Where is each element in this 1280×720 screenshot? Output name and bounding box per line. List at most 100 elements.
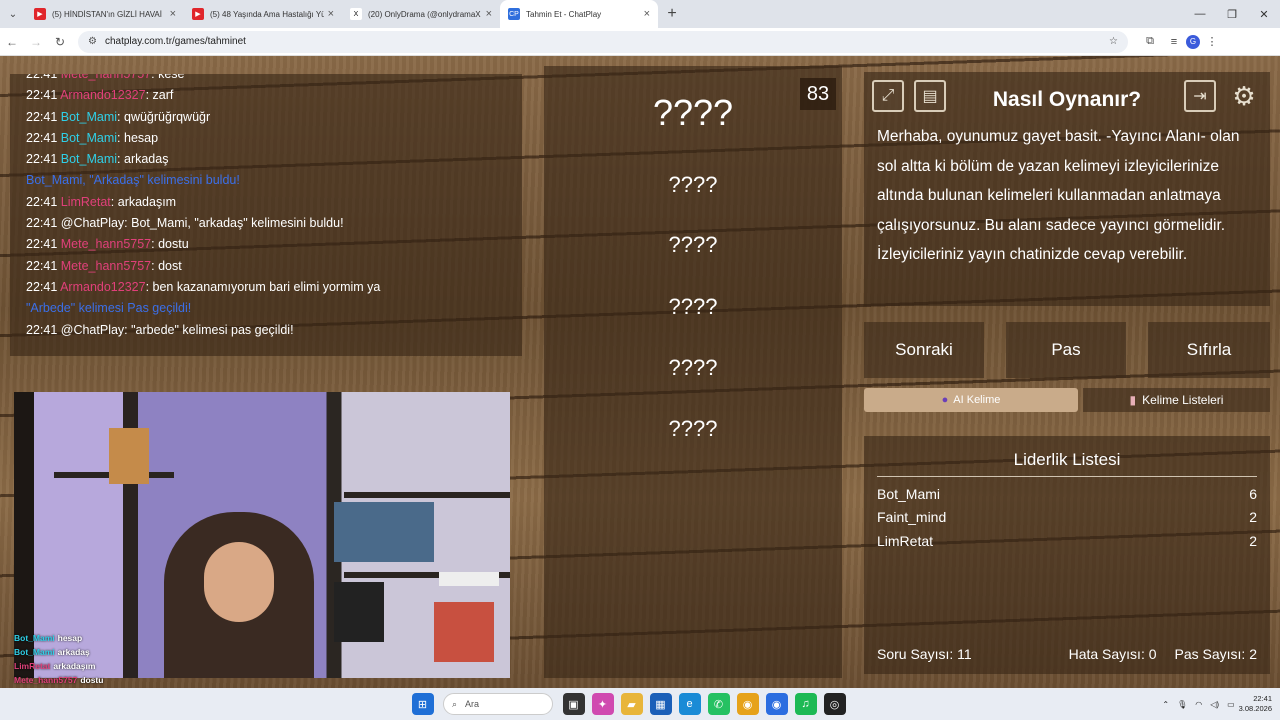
windows-start-icon[interactable]: ⊞ (411, 693, 434, 715)
forward-icon[interactable]: → (24, 35, 48, 49)
word-lists-button[interactable]: ▮ Kelime Listeleri (1083, 388, 1270, 412)
browser-tab-4-active[interactable]: CP Tahmin Et - ChatPlay × (500, 0, 658, 28)
task-view-icon[interactable]: ▣ (562, 693, 585, 715)
extensions-icon[interactable]: ⧉ (1138, 35, 1162, 48)
leaderboard-row: LimRetat 2 (877, 533, 1257, 549)
rules-panel: ⤢ ▤ Nasıl Oynanır? ⇥ ⚙ Merhaba, oyunumuz… (864, 72, 1270, 306)
reset-button[interactable]: Sıfırla (1148, 322, 1270, 378)
back-icon[interactable]: ← (0, 35, 24, 49)
list-icon: ▮ (1129, 393, 1137, 407)
tray-chevron-icon[interactable]: ⌃ (1162, 700, 1169, 709)
chrome-icon[interactable]: ◉ (736, 693, 759, 715)
browser-tab-2[interactable]: ▶ (5) 48 Yaşında Ama Hastalığı Yü × (184, 0, 342, 28)
chat-text: : dost (151, 258, 182, 273)
player-score: 2 (1249, 509, 1257, 525)
chat-time: 22:41 (26, 322, 58, 337)
chat-text: : zarf (145, 88, 174, 103)
chat-message: 22:41 Mete_hann5757: kese (26, 74, 522, 85)
close-icon[interactable]: × (170, 8, 176, 20)
chat-message: 22:41 Bot_Mami: arkadaş (26, 149, 522, 170)
reload-icon[interactable]: ↻ (48, 35, 72, 49)
chat-time: 22:41 (26, 88, 58, 103)
webcam-video (14, 392, 510, 678)
ai-word-button[interactable]: ● AI Kelime (864, 388, 1078, 412)
chat-text: : dostu (151, 237, 189, 252)
close-window-icon[interactable]: ✕ (1248, 0, 1280, 28)
pass-count: Pas Sayısı: 2 (1174, 646, 1257, 662)
chat-message: 22:41 @ChatPlay: Bot_Mami, "arkadaş" kel… (26, 213, 522, 234)
tab-search-icon[interactable]: ⌄ (0, 0, 26, 28)
chat-text: : hesap (117, 130, 159, 145)
pass-button[interactable]: Pas (1006, 322, 1126, 378)
restore-icon[interactable]: ❐ (1216, 0, 1248, 28)
chat-text: : arkadaşım (110, 194, 177, 209)
edge-icon[interactable]: e (678, 693, 701, 715)
chat-username: "Arbede" kelimesi Pas geçildi! (26, 301, 192, 316)
chat-message: 22:41 @ChatPlay: "arbede" kelimesi pas g… (26, 320, 522, 341)
url-text: chatplay.com.tr/games/tahminet (104, 36, 246, 47)
chat-time: 22:41 (26, 152, 58, 167)
chat-text: : arkadaş (117, 152, 169, 167)
profile-avatar[interactable]: G (1186, 34, 1200, 49)
ai-word-label: AI Kelime (953, 394, 1001, 406)
chat-text: : kese (151, 74, 185, 81)
overlay-username: Bot_Mami (14, 647, 55, 657)
leaderboard-title: Liderlik Listesi (877, 450, 1257, 477)
search-placeholder: Ara (465, 699, 480, 709)
obs-icon[interactable]: ◎ (823, 693, 846, 715)
wifi-icon[interactable]: ◠ (1195, 700, 1202, 709)
overlay-username: LimRetat (14, 661, 51, 671)
microphone-icon[interactable]: 🎙 (1177, 700, 1187, 709)
word-lists-label: Kelime Listeleri (1142, 393, 1224, 407)
site-info-icon[interactable]: ⚙ (88, 36, 97, 47)
next-button[interactable]: Sonraki (864, 322, 984, 378)
url-field[interactable]: ⚙ chatplay.com.tr/games/tahminet ☆ (78, 30, 1128, 53)
forbidden-word: ???? (668, 294, 718, 319)
browser-tab-3[interactable]: X (20) OnlyDrama (@onlydramaX × (342, 0, 500, 28)
chat-username: Armando12327 (60, 88, 146, 103)
youtube-icon: ▶ (192, 8, 204, 20)
reading-list-icon[interactable]: ≡ (1162, 36, 1186, 48)
chat-message: 22:41 Mete_hann5757: dost (26, 256, 522, 277)
settings-gear-icon[interactable]: ⚙ (1228, 80, 1260, 112)
browser-tab-bar: ⌄ ▶ (5) HİNDİSTAN'ın GİZLİ HAVAİ × ▶ (5)… (0, 0, 1280, 28)
chrome-active-icon[interactable]: ◉ (765, 693, 788, 715)
close-icon[interactable]: × (328, 8, 334, 20)
clock[interactable]: 22:41 3.08.2026 (1239, 694, 1272, 714)
file-explorer-icon[interactable]: ▰ (620, 693, 643, 715)
leaderboard-panel: Liderlik Listesi Bot_Mami 6 Faint_mind 2… (864, 436, 1270, 674)
game-stats: Soru Sayısı: 11 Hata Sayısı: 0 Pas Sayıs… (877, 646, 1257, 662)
chat-text: : ben kazanamıyorum bari elimi yormim ya (145, 279, 381, 294)
forbidden-word: ???? (668, 416, 718, 441)
chat-panel: 22:41 Mete_hann5757: kese 22:41 Armando12… (10, 74, 522, 356)
taskbar-search[interactable]: ⌕ Ara (443, 693, 553, 715)
chat-message: 22:41 LimRetat: arkadaşım (26, 192, 522, 213)
battery-icon[interactable]: ▭ (1227, 700, 1235, 709)
system-tray: ⌃ 🎙 ◠ ◁) ▭ 22:41 3.08.2026 (1158, 688, 1272, 720)
spotify-icon[interactable]: ♫ (794, 693, 817, 715)
rules-text: Merhaba, oyunumuz gayet basit. -Yayıncı … (877, 128, 1240, 264)
copilot-icon[interactable]: ✦ (591, 693, 614, 715)
overlay-username: Mete_hann5757 (14, 675, 78, 685)
close-icon[interactable]: × (644, 8, 650, 20)
search-icon: ⌕ (452, 698, 458, 709)
chat-time: 22:41 (26, 194, 58, 209)
store-icon[interactable]: ▦ (649, 693, 672, 715)
bookmark-star-icon[interactable]: ☆ (1109, 36, 1118, 47)
player-name: Faint_mind (877, 509, 947, 525)
volume-icon[interactable]: ◁) (1210, 700, 1219, 709)
overlay-chat-line: Bot_Mami arkadaş (14, 647, 90, 657)
minimize-icon[interactable]: — (1184, 0, 1216, 28)
chat-username: Bot_Mami (60, 152, 118, 167)
whatsapp-icon[interactable]: ✆ (707, 693, 730, 715)
new-tab-button[interactable]: + (658, 5, 686, 23)
x-icon: X (350, 8, 362, 20)
chat-time: 22:41 (26, 74, 58, 81)
logout-icon[interactable]: ⇥ (1184, 80, 1216, 112)
menu-icon[interactable]: ⋮ (1200, 35, 1224, 48)
youtube-icon: ▶ (34, 8, 46, 20)
browser-tab-1[interactable]: ▶ (5) HİNDİSTAN'ın GİZLİ HAVAİ × (26, 0, 184, 28)
close-icon[interactable]: × (486, 8, 492, 20)
forbidden-word: ???? (668, 232, 718, 257)
overlay-message: dostu (80, 675, 104, 685)
